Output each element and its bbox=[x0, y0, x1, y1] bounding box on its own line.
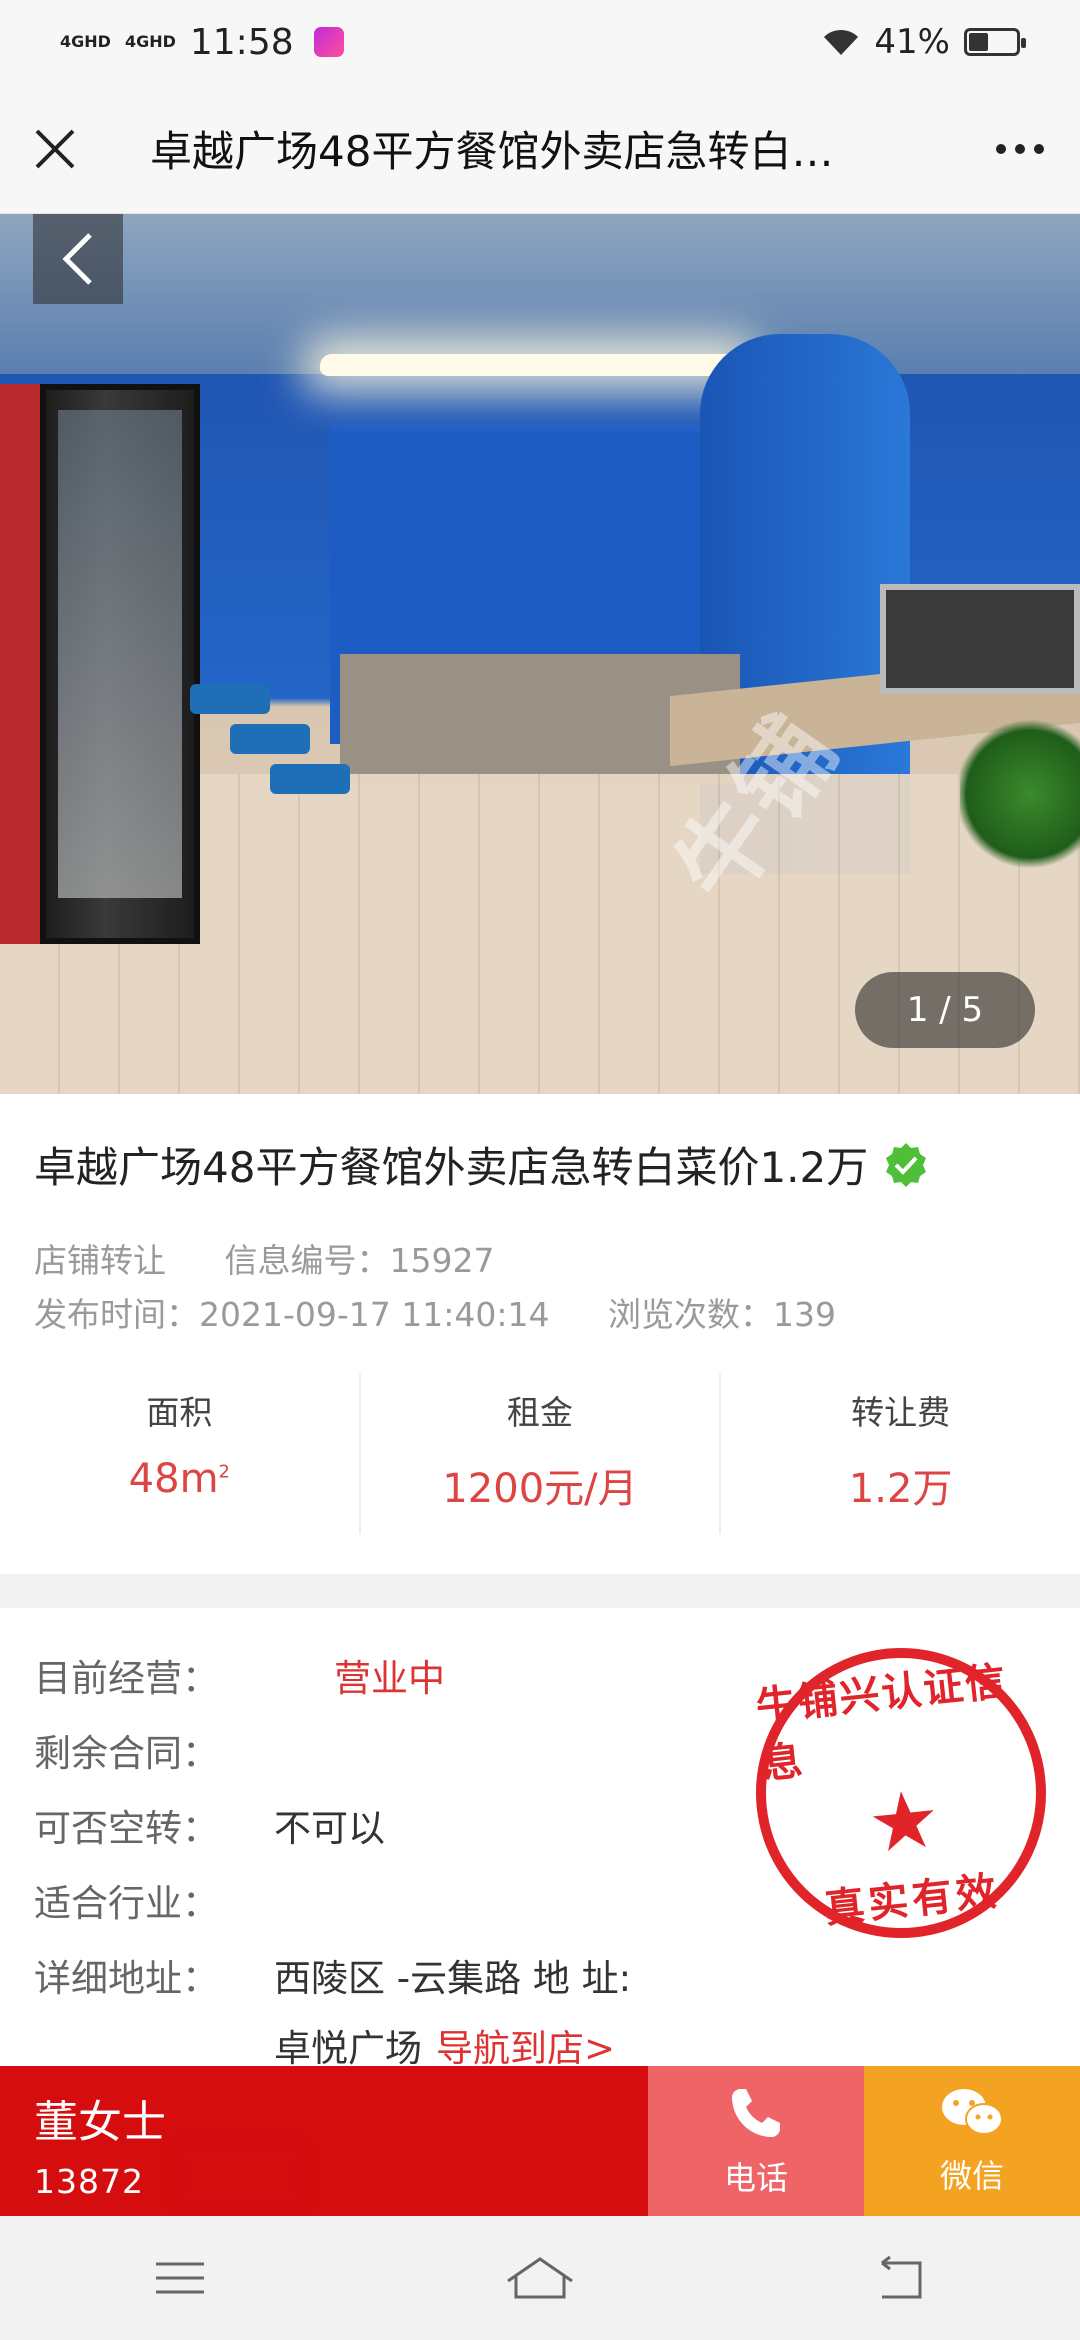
menu-icon bbox=[156, 2262, 204, 2294]
stat-fee-value: 1.2万 bbox=[848, 1466, 953, 1512]
certified-stamp: 牛铺兴认证信息 ★ 真实有效 bbox=[741, 1633, 1061, 1953]
navbar: 卓越广场48平方餐馆外卖店急转白… bbox=[0, 84, 1080, 214]
stat-rent-value: 1200元/月 bbox=[442, 1466, 638, 1512]
stats-row: 面积 48m2 租金 1200元/月 转让费 1.2万 bbox=[0, 1374, 1080, 1534]
stamp-top-text: 牛铺兴认证信息 bbox=[753, 1657, 1010, 1789]
stat-area: 面积 48m2 bbox=[0, 1374, 361, 1534]
star-icon: ★ bbox=[863, 1771, 945, 1872]
battery-fill bbox=[969, 33, 988, 51]
publish-time: 发布时间：2021-09-17 11:40:14 bbox=[34, 1295, 550, 1334]
stat-area-value: 48m2 bbox=[128, 1456, 230, 1502]
photo-ceiling bbox=[0, 214, 1080, 374]
photo-plant bbox=[960, 714, 1080, 874]
system-nav-bar bbox=[0, 2216, 1080, 2340]
menu-nav-button[interactable] bbox=[140, 2248, 220, 2308]
more-menu-button[interactable] bbox=[960, 84, 1080, 214]
listing-meta-1: 店铺转让 信息编号：15927 bbox=[34, 1234, 542, 1282]
address-line-1: 西陵区 -云集路 地 址: bbox=[274, 1957, 632, 2000]
stat-fee: 转让费 1.2万 bbox=[721, 1374, 1080, 1534]
listing-category: 店铺转让 bbox=[34, 1241, 166, 1280]
contact-bar: 董女士 13872 电话 微信 bbox=[0, 2066, 1080, 2216]
detail-label: 可否空转： bbox=[34, 1807, 219, 1850]
dot-icon bbox=[1034, 143, 1044, 154]
wifi-icon bbox=[824, 29, 859, 55]
detail-label: 剩余合同： bbox=[34, 1732, 219, 1775]
detail-card: 目前经营： 营业中 剩余合同： 可否空转： 不可以 适合行业： 详细地址： 西陵… bbox=[0, 1608, 1080, 2070]
detail-value: 不可以 bbox=[274, 1807, 385, 1850]
stat-rent: 租金 1200元/月 bbox=[361, 1374, 722, 1534]
photo-back-button[interactable] bbox=[33, 214, 123, 304]
stat-fee-label: 转让费 bbox=[851, 1393, 951, 1432]
detail-value: 营业中 bbox=[334, 1657, 445, 1700]
wechat-button[interactable]: 微信 bbox=[864, 2066, 1080, 2216]
verified-badge-icon bbox=[886, 1142, 927, 1187]
status-bar: 4GHD 4GHD 11:58 41% bbox=[0, 0, 1080, 84]
navigate-link[interactable]: 导航到店> bbox=[436, 2018, 615, 2072]
signal-label-1: 4GHD bbox=[60, 32, 111, 51]
wechat-label: 微信 bbox=[939, 2157, 1004, 2195]
page-title: 卓越广场48平方餐馆外卖店急转白… bbox=[150, 127, 834, 176]
listing-id: 信息编号：15927 bbox=[224, 1241, 495, 1280]
photo-light bbox=[318, 354, 742, 376]
contact-info: 董女士 13872 bbox=[0, 2066, 648, 2216]
detail-label: 适合行业： bbox=[34, 1882, 219, 1925]
battery-percent: 41% bbox=[874, 22, 950, 62]
photo-microwave bbox=[880, 584, 1080, 694]
stat-area-label: 面积 bbox=[146, 1393, 213, 1432]
detail-row-address-2: 卓悦广场 导航到店> bbox=[274, 2018, 615, 2072]
detail-label: 目前经营： bbox=[34, 1657, 219, 1700]
app-notification-icon bbox=[313, 27, 344, 57]
photo-red-cabinet bbox=[0, 384, 40, 944]
clock: 11:58 bbox=[189, 21, 294, 63]
photo-chairs bbox=[190, 684, 380, 864]
listing-info-card: 卓越广场48平方餐馆外卖店急转白菜价1.2万 店铺转让 信息编号：15927 发… bbox=[0, 1094, 1080, 1574]
listing-meta-2: 发布时间：2021-09-17 11:40:14 浏览次数：139 bbox=[34, 1288, 884, 1336]
detail-row-address: 详细地址： 西陵区 -云集路 地 址: bbox=[34, 1948, 631, 2002]
call-button[interactable]: 电话 bbox=[648, 2066, 864, 2216]
battery-icon bbox=[964, 28, 1026, 56]
signal-label-2: 4GHD bbox=[124, 32, 176, 51]
dot-icon bbox=[1015, 143, 1025, 154]
listing-title-text: 卓越广场48平方餐馆外卖店急转白菜价1.2万 bbox=[34, 1143, 869, 1192]
phone-icon bbox=[732, 2089, 780, 2137]
detail-row-contract: 剩余合同： bbox=[34, 1723, 274, 1777]
close-button[interactable] bbox=[0, 84, 110, 214]
photo-fridge bbox=[40, 384, 200, 944]
contact-phone: 13872 bbox=[34, 2162, 144, 2201]
stamp-bottom-text: 真实有效 bbox=[822, 1867, 1003, 1933]
detail-row-empty-transfer: 可否空转： 不可以 bbox=[34, 1798, 385, 1852]
call-label: 电话 bbox=[723, 2159, 788, 2197]
signal-indicators: 4GHD 4GHD bbox=[60, 34, 176, 50]
detail-row-current: 目前经营： 营业中 bbox=[34, 1648, 445, 1702]
back-icon bbox=[881, 2255, 922, 2299]
listing-title: 卓越广场48平方餐馆外卖店急转白菜价1.2万 bbox=[34, 1134, 930, 1195]
wechat-icon bbox=[942, 2089, 1003, 2135]
photo-counter: 1 / 5 bbox=[855, 972, 1035, 1048]
back-nav-button[interactable] bbox=[860, 2248, 940, 2308]
hero-photo[interactable]: 牛铺 bbox=[0, 214, 1080, 1094]
detail-label: 详细地址： bbox=[34, 1957, 219, 2000]
phone-mask bbox=[180, 2146, 300, 2206]
home-icon bbox=[507, 2257, 573, 2299]
view-count: 浏览次数：139 bbox=[607, 1295, 836, 1334]
contact-name: 董女士 bbox=[34, 2097, 166, 2148]
home-nav-button[interactable] bbox=[500, 2248, 580, 2308]
address-line-2: 卓悦广场 bbox=[274, 2027, 422, 2070]
detail-row-industry: 适合行业： bbox=[34, 1873, 274, 1927]
dot-icon bbox=[996, 143, 1006, 154]
stat-rent-label: 租金 bbox=[507, 1393, 573, 1432]
chevron-left-icon bbox=[62, 233, 92, 285]
close-icon bbox=[35, 129, 75, 168]
